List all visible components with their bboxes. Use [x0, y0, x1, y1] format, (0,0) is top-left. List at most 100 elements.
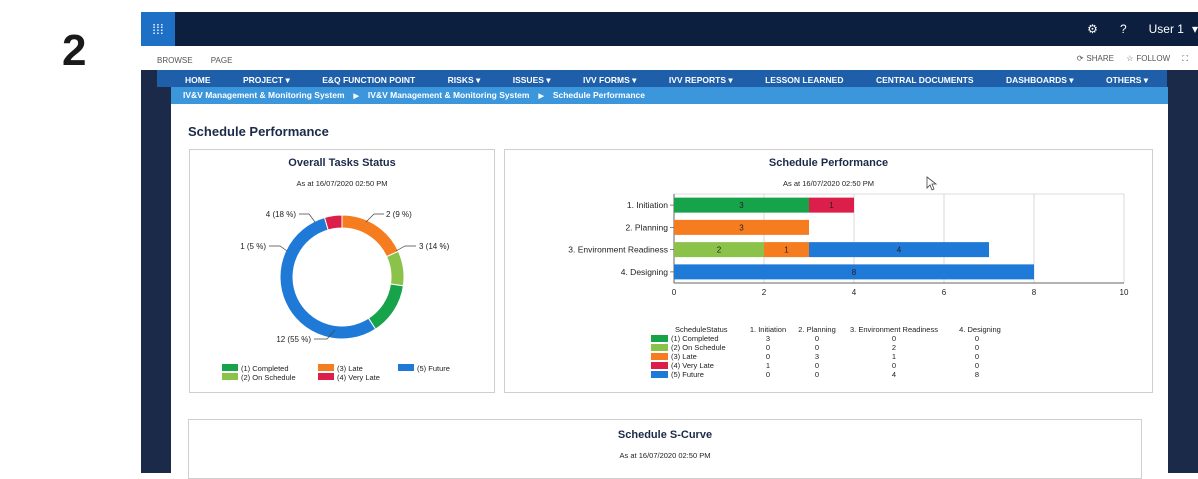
nav-dashboards[interactable]: DASHBOARDS ▾	[1006, 75, 1074, 86]
nav-ivv-forms[interactable]: IVV FORMS ▾	[583, 75, 636, 86]
bar-data-label: 8	[852, 268, 857, 277]
table-cell: 0	[975, 361, 979, 370]
share-button[interactable]: SHARE	[1086, 54, 1114, 63]
gear-icon[interactable]: ⚙	[1087, 22, 1098, 36]
table-swatch-on-schedule	[651, 344, 668, 351]
nav-ivv-reports[interactable]: IVV REPORTS ▾	[669, 75, 733, 86]
nav-home[interactable]: HOME	[185, 75, 211, 85]
table-cell: (2) On Schedule	[671, 343, 726, 352]
table-cell: 8	[975, 370, 979, 379]
panel-subtitle: As at 16/07/2020 02:50 PM	[619, 451, 711, 460]
schedule-performance-panel: Schedule Performance As at 16/07/2020 02…	[504, 149, 1153, 393]
table-header-cell: 4. Designing	[959, 325, 1001, 334]
table-swatch-late	[651, 353, 668, 360]
table-cell: 0	[815, 334, 819, 343]
star-icon[interactable]: ☆	[1126, 54, 1133, 63]
nav-project[interactable]: PROJECT ▾	[243, 75, 290, 86]
table-cell: 0	[815, 343, 819, 352]
legend-label-completed: (1) Completed	[241, 364, 289, 373]
table-cell: 0	[766, 352, 770, 361]
table-cell: 0	[892, 361, 896, 370]
table-cell: 4	[892, 370, 896, 379]
x-tick-label: 8	[1032, 288, 1037, 297]
donut-label-on-schedule: 2 (9 %)	[386, 210, 412, 219]
legend-label-very-late: (4) Very Late	[337, 373, 380, 382]
panel-title: Schedule S-Curve	[617, 429, 713, 441]
slide-number: 2	[62, 26, 87, 75]
table-cell: 0	[766, 343, 770, 352]
donut-slice-late	[341, 214, 400, 258]
tab-page[interactable]: PAGE	[211, 56, 233, 65]
x-tick-label: 10	[1120, 288, 1129, 297]
leader-line	[269, 245, 288, 252]
donut-slice-future	[279, 216, 377, 340]
y-category-label: 4. Designing	[621, 267, 669, 277]
legend-label-late: (3) Late	[337, 364, 363, 373]
app-launcher-icon[interactable]: ⁞⁞⁞	[141, 12, 175, 46]
table-cell: 1	[892, 352, 896, 361]
bar-data-label: 4	[897, 246, 902, 255]
bar-data-label: 1	[784, 246, 789, 255]
nav-lesson-learned[interactable]: LESSON LEARNED	[765, 75, 843, 85]
donut-label-very-late: 1 (5 %)	[240, 242, 266, 251]
stacked-bar-chart: 3 132 1 48 1. Initiation2. Planning3. Envir…	[568, 193, 1129, 379]
page-title: Schedule Performance	[188, 124, 329, 139]
bar-data-label: 3	[739, 201, 744, 210]
table-cell: (1) Completed	[671, 334, 719, 343]
help-icon[interactable]: ?	[1120, 22, 1127, 36]
table-swatch-completed	[651, 335, 668, 342]
bar-data-label: 1	[829, 201, 834, 210]
nav-others[interactable]: OTHERS ▾	[1106, 75, 1148, 86]
nav-issues[interactable]: ISSUES ▾	[513, 75, 551, 86]
donut-label-completed: 3 (14 %)	[419, 242, 450, 251]
leader-line	[299, 213, 316, 223]
nav-central-documents[interactable]: CENTRAL DOCUMENTS	[876, 75, 974, 85]
table-cell: 0	[975, 343, 979, 352]
follow-button[interactable]: FOLLOW	[1136, 54, 1170, 63]
breadcrumb-separator-icon: ▶	[538, 93, 544, 100]
table-cell: 0	[766, 370, 770, 379]
breadcrumb-item[interactable]: IV&V Management & Monitoring System	[368, 90, 530, 100]
table-cell: 0	[975, 334, 979, 343]
table-cell: 1	[766, 361, 770, 370]
breadcrumb-separator-icon: ▶	[353, 93, 359, 100]
table-cell: 0	[975, 352, 979, 361]
schedule-s-curve-panel: Schedule S-Curve As at 16/07/2020 02:50 …	[188, 419, 1142, 479]
table-header-cell: 2. Planning	[798, 325, 836, 334]
main-content: Schedule Performance Overall Tasks Statu…	[171, 104, 1168, 479]
y-category-label: 1. Initiation	[627, 200, 668, 210]
y-category-label: 2. Planning	[625, 222, 668, 232]
user-menu[interactable]: User 1	[1149, 22, 1184, 36]
bar-data-label: 2	[717, 246, 722, 255]
legend-label-future: (5) Future	[417, 364, 450, 373]
overall-tasks-status-panel: Overall Tasks Status As at 16/07/2020 02…	[189, 149, 495, 393]
chevron-down-icon[interactable]: ▾	[1192, 22, 1198, 36]
suite-bar: ⁞⁞⁞ ⚙ ? User 1 ▾	[141, 12, 1198, 46]
share-icon[interactable]: ⟳	[1077, 54, 1084, 63]
x-tick-label: 4	[852, 288, 857, 297]
table-cell: (5) Future	[671, 370, 704, 379]
legend-label-on-schedule: (2) On Schedule	[241, 373, 296, 382]
table-cell: 0	[892, 334, 896, 343]
ribbon: BROWSE PAGE ⟳ SHARE ☆ FOLLOW ⛶	[141, 46, 1198, 70]
legend-swatch-late	[318, 364, 334, 371]
x-tick-label: 2	[762, 288, 767, 297]
tab-browse[interactable]: BROWSE	[157, 56, 193, 65]
nav-eq-function-point[interactable]: E&Q FUNCTION POINT	[322, 75, 415, 85]
focus-icon[interactable]: ⛶	[1182, 54, 1188, 63]
table-header-cell: ScheduleStatus	[675, 325, 728, 334]
table-cell: 3	[815, 352, 819, 361]
table-header-cell: 1. Initiation	[750, 325, 786, 334]
breadcrumb-item[interactable]: IV&V Management & Monitoring System	[183, 90, 345, 100]
table-cell: 2	[892, 343, 896, 352]
y-category-label: 3. Environment Readiness	[568, 245, 668, 255]
table-cell: (4) Very Late	[671, 361, 714, 370]
table-swatch-very-late	[651, 362, 668, 369]
table-swatch-future	[651, 371, 668, 378]
breadcrumb: IV&V Management & Monitoring System ▶ IV&V…	[171, 87, 1168, 104]
donut-chart: 4 (18 %) 2 (9 %) 1 (5 %) 3 (14 %) 12 (55…	[222, 210, 450, 382]
nav-risks[interactable]: RISKS ▾	[448, 75, 481, 86]
legend-swatch-completed	[222, 364, 238, 371]
breadcrumb-current: Schedule Performance	[552, 90, 645, 100]
table-cell: 3	[766, 334, 770, 343]
